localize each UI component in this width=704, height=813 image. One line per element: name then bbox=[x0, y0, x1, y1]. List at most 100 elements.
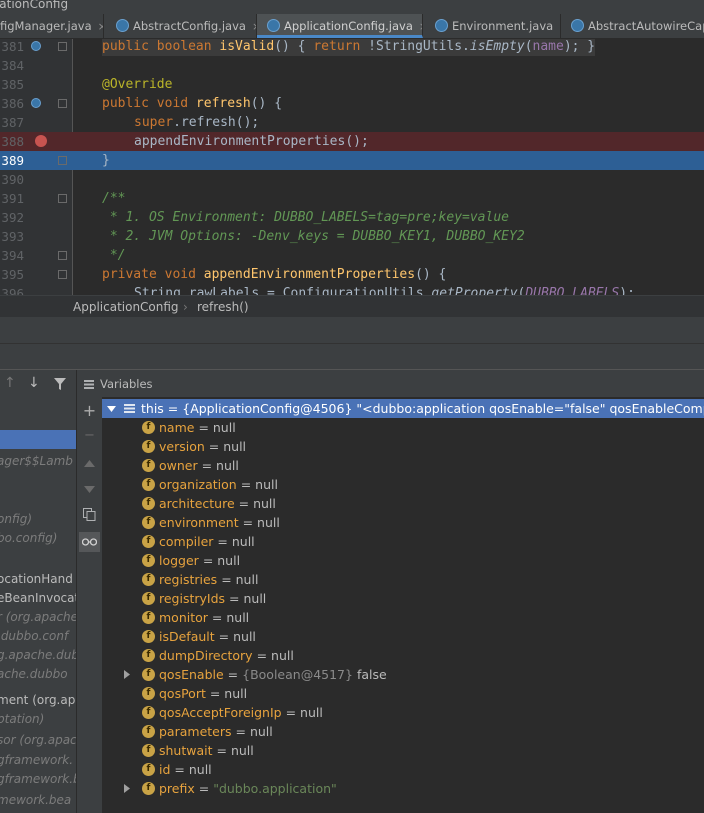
variable-field-row[interactable]: f version = null bbox=[102, 437, 704, 456]
variable-root-this[interactable]: this = {ApplicationConfig@4506} "<dubbo:… bbox=[102, 399, 704, 418]
fold-minus-icon[interactable] bbox=[58, 194, 67, 203]
field-icon: f bbox=[142, 516, 155, 529]
list-icon bbox=[84, 380, 94, 389]
frame-item[interactable]: eBeanInvocat bbox=[0, 589, 76, 608]
chevron-down-icon[interactable] bbox=[107, 406, 116, 412]
variable-field-row[interactable]: f qosAcceptForeignIp = null bbox=[102, 703, 704, 722]
tab-label: AbstractConfig.java bbox=[133, 19, 246, 33]
frame-item[interactable]: bo.config) bbox=[0, 529, 57, 548]
variable-field-row[interactable]: f logger = null bbox=[102, 551, 704, 570]
move-down-icon[interactable] bbox=[84, 486, 95, 493]
field-icon: f bbox=[142, 611, 155, 624]
frame-item[interactable]: g.apache.dub bbox=[0, 646, 76, 665]
tab-abstract-autowire[interactable]: AbstractAutowireCapa bbox=[561, 14, 704, 38]
frame-item[interactable]: ager$$Lamb bbox=[0, 452, 73, 471]
tab-environment[interactable]: Environment.java× bbox=[423, 14, 561, 38]
copy-icon[interactable] bbox=[83, 508, 96, 521]
field-icon: f bbox=[142, 440, 155, 453]
frame-item[interactable]: sor (org.apac bbox=[0, 731, 76, 750]
frame-item[interactable]: ment (org.ap bbox=[0, 691, 75, 710]
fold-minus-icon[interactable] bbox=[58, 270, 67, 279]
breakpoint-icon[interactable] bbox=[35, 135, 47, 147]
variable-value: = null bbox=[218, 629, 256, 644]
override-marker-icon[interactable] bbox=[31, 98, 41, 108]
variable-field-row[interactable]: f name = null bbox=[102, 418, 704, 437]
breadcrumb-item-class[interactable]: ApplicationConfig bbox=[73, 296, 179, 318]
variable-value: = null bbox=[198, 420, 236, 435]
variable-field-row[interactable]: f parameters = null bbox=[102, 722, 704, 741]
tab-abstract-config[interactable]: AbstractConfig.java× bbox=[104, 14, 257, 38]
variable-field-row[interactable]: f compiler = null bbox=[102, 532, 704, 551]
variable-value: = null bbox=[242, 515, 280, 530]
arrow-up-icon[interactable]: ↑ bbox=[4, 375, 16, 391]
variable-value: = null bbox=[202, 553, 241, 568]
class-icon bbox=[435, 19, 448, 32]
frame-item[interactable]: ocationHand bbox=[0, 570, 73, 589]
add-watch-icon[interactable]: + bbox=[80, 402, 99, 420]
variable-value: = null bbox=[211, 610, 250, 625]
fold-plus-icon[interactable] bbox=[58, 42, 67, 51]
code-line: 385 @Override bbox=[1, 77, 173, 92]
breadcrumb-separator: › bbox=[183, 300, 188, 314]
variable-value: = null bbox=[174, 762, 212, 777]
chevron-right-icon[interactable] bbox=[124, 784, 130, 793]
fold-minus-icon[interactable] bbox=[58, 156, 67, 165]
field-icon: f bbox=[142, 782, 155, 795]
filter-icon[interactable] bbox=[54, 378, 66, 390]
tab-application-config[interactable]: ApplicationConfig.java× bbox=[257, 14, 423, 38]
window-title: licationConfig bbox=[0, 0, 69, 11]
fold-minus-icon[interactable] bbox=[58, 251, 67, 260]
breadcrumb-item-method[interactable]: refresh() bbox=[197, 296, 249, 318]
breadcrumb: ApplicationConfig › refresh() bbox=[0, 295, 704, 318]
frames-list[interactable]: ager$$Lamb onfig) bo.config) ocationHand… bbox=[0, 397, 76, 813]
override-marker-icon[interactable] bbox=[31, 41, 41, 51]
variable-field-row[interactable]: f monitor = null bbox=[102, 608, 704, 627]
code-line: 384 bbox=[1, 58, 24, 73]
tool-window-header bbox=[0, 317, 704, 343]
frame-item[interactable]: mework.bea bbox=[0, 791, 71, 810]
variable-field-row[interactable]: f registries = null bbox=[102, 570, 704, 589]
chevron-right-icon[interactable] bbox=[124, 670, 130, 679]
variable-field-row[interactable]: f shutwait = null bbox=[102, 741, 704, 760]
remove-icon[interactable]: − bbox=[80, 427, 99, 445]
arrow-down-icon[interactable]: ↓ bbox=[28, 375, 40, 391]
frame-item[interactable]: ptation) bbox=[0, 710, 44, 729]
variable-field-row[interactable]: f architecture = null bbox=[102, 494, 704, 513]
variable-field-row[interactable]: f environment = null bbox=[102, 513, 704, 532]
tab-config-manager[interactable]: figManager.java× bbox=[0, 14, 104, 38]
variable-name: compiler bbox=[159, 534, 214, 549]
variable-field-row[interactable]: f qosPort = null bbox=[102, 684, 704, 703]
code-editor[interactable]: 381 public boolean isValid() { return !S… bbox=[0, 39, 704, 295]
code-line: 396 String rawLabels = ConfigurationUtil… bbox=[1, 286, 635, 295]
variable-name: id bbox=[159, 762, 171, 777]
variable-value: = null bbox=[201, 458, 239, 473]
variable-field-row[interactable]: f qosEnable = {Boolean@4517} false bbox=[102, 665, 704, 684]
variable-value: = null bbox=[235, 724, 273, 739]
frame-item[interactable]: .dubbo.conf bbox=[0, 627, 68, 646]
frame-item[interactable]: gframework.b bbox=[0, 770, 76, 789]
frame-item[interactable]: r (org.apache bbox=[0, 608, 76, 627]
frame-item[interactable]: gframework. bbox=[0, 751, 73, 770]
variable-value: = bbox=[227, 667, 243, 682]
frame-item[interactable]: ache.dubbo bbox=[0, 665, 68, 684]
variable-field-row[interactable]: f owner = null bbox=[102, 456, 704, 475]
variable-value: = null bbox=[209, 686, 248, 701]
variable-field-row[interactable]: f prefix = "dubbo.application" bbox=[102, 779, 704, 798]
code-line: 390 bbox=[1, 172, 24, 187]
variable-field-row[interactable]: f dumpDirectory = null bbox=[102, 646, 704, 665]
variables-tree[interactable]: this = {ApplicationConfig@4506} "<dubbo:… bbox=[102, 397, 704, 813]
variable-field-row[interactable]: f organization = null bbox=[102, 475, 704, 494]
frame-item-selected[interactable] bbox=[0, 430, 76, 449]
window-title-bar: licationConfig bbox=[0, 0, 704, 14]
show-watches-toggle[interactable] bbox=[79, 532, 100, 552]
frame-item[interactable]: onfig) bbox=[0, 510, 32, 529]
variable-name: shutwait bbox=[159, 743, 213, 758]
fold-minus-icon[interactable] bbox=[58, 99, 67, 108]
variable-name: prefix bbox=[159, 781, 195, 796]
variable-field-row[interactable]: f isDefault = null bbox=[102, 627, 704, 646]
variable-field-row[interactable]: f registryIds = null bbox=[102, 589, 704, 608]
field-icon: f bbox=[142, 478, 155, 491]
variable-field-row[interactable]: f id = null bbox=[102, 760, 704, 779]
move-up-icon[interactable] bbox=[84, 460, 95, 467]
field-icon: f bbox=[142, 497, 155, 510]
